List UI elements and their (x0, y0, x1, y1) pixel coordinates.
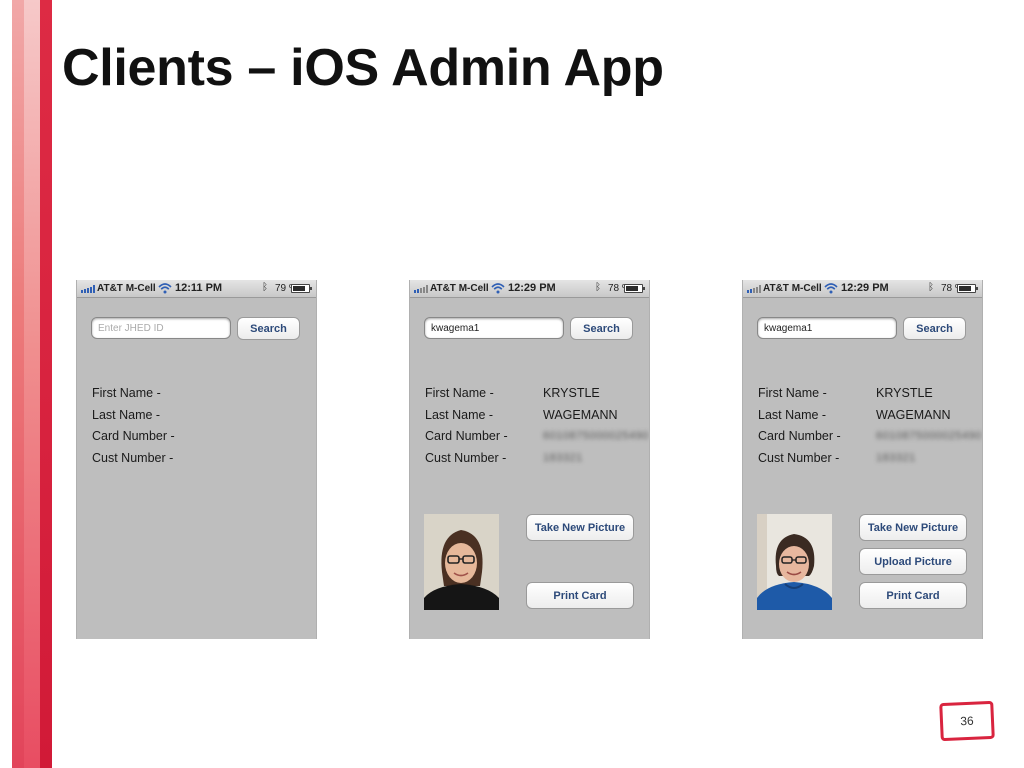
carrier-name: AT&T M-Cell (763, 283, 822, 294)
bluetooth-icon: ᛒ (928, 282, 934, 293)
first-name-label: First Name - (92, 386, 161, 400)
phone-screen-client-new-photo: AT&T M-Cell 12:29 PM ᛒ 78 % Search First… (742, 280, 983, 639)
last-name-label: Last Name - (425, 408, 494, 422)
signal-bars-icon (414, 285, 428, 293)
slide-title: Clients – iOS Admin App (62, 39, 664, 97)
search-button[interactable]: Search (570, 317, 633, 340)
status-time: 12:29 PM (508, 282, 556, 294)
take-new-picture-button[interactable]: Take New Picture (526, 514, 634, 541)
status-bar: AT&T M-Cell 12:29 PM ᛒ 78 % (743, 280, 982, 298)
cust-number-label: Cust Number - (758, 451, 840, 465)
phone-screen-client-found: AT&T M-Cell 12:29 PM ᛒ 78 % Search First… (409, 280, 650, 639)
search-button[interactable]: Search (237, 317, 300, 340)
status-time: 12:11 PM (175, 282, 223, 294)
cust-number-value-redacted: 183321 (876, 452, 916, 464)
first-name-value: KRYSTLE (543, 386, 600, 400)
battery-icon (624, 284, 645, 293)
battery-icon (291, 284, 312, 293)
card-number-value-redacted: 6010875000025490 (543, 430, 649, 442)
page-number: 36 (939, 700, 995, 742)
cust-number-label: Cust Number - (92, 451, 174, 465)
bluetooth-icon: ᛒ (595, 282, 601, 293)
first-name-label: First Name - (425, 386, 494, 400)
search-button[interactable]: Search (903, 317, 966, 340)
card-number-label: Card Number - (425, 429, 508, 443)
client-photo (424, 514, 499, 610)
print-card-button[interactable]: Print Card (859, 582, 967, 609)
status-bar: AT&T M-Cell 12:11 PM ᛒ 79 % (77, 280, 316, 298)
card-number-value-redacted: 6010875000025490 (876, 430, 982, 442)
take-new-picture-button[interactable]: Take New Picture (859, 514, 967, 541)
first-name-value: KRYSTLE (876, 386, 933, 400)
signal-bars-icon (747, 285, 761, 293)
status-time: 12:29 PM (841, 282, 889, 294)
jhed-id-search-input[interactable] (424, 317, 564, 339)
phone-screen-search-empty: AT&T M-Cell 12:11 PM ᛒ 79 % Search First… (76, 280, 317, 639)
upload-picture-button[interactable]: Upload Picture (859, 548, 967, 575)
first-name-label: First Name - (758, 386, 827, 400)
jhed-id-search-input[interactable] (91, 317, 231, 339)
wifi-icon (824, 283, 838, 294)
client-photo (757, 514, 832, 610)
status-bar: AT&T M-Cell 12:29 PM ᛒ 78 % (410, 280, 649, 298)
print-card-button[interactable]: Print Card (526, 582, 634, 609)
battery-icon (957, 284, 978, 293)
card-number-label: Card Number - (758, 429, 841, 443)
wifi-icon (491, 283, 505, 294)
wifi-icon (158, 283, 172, 294)
cust-number-value-redacted: 183321 (543, 452, 583, 464)
carrier-name: AT&T M-Cell (430, 283, 489, 294)
last-name-value: WAGEMANN (543, 408, 618, 422)
bluetooth-icon: ᛒ (262, 282, 268, 293)
cust-number-label: Cust Number - (425, 451, 507, 465)
last-name-label: Last Name - (758, 408, 827, 422)
card-number-label: Card Number - (92, 429, 175, 443)
last-name-label: Last Name - (92, 408, 161, 422)
last-name-value: WAGEMANN (876, 408, 951, 422)
signal-bars-icon (81, 285, 95, 293)
jhed-id-search-input[interactable] (757, 317, 897, 339)
carrier-name: AT&T M-Cell (97, 283, 156, 294)
left-accent-stripe (12, 0, 52, 768)
